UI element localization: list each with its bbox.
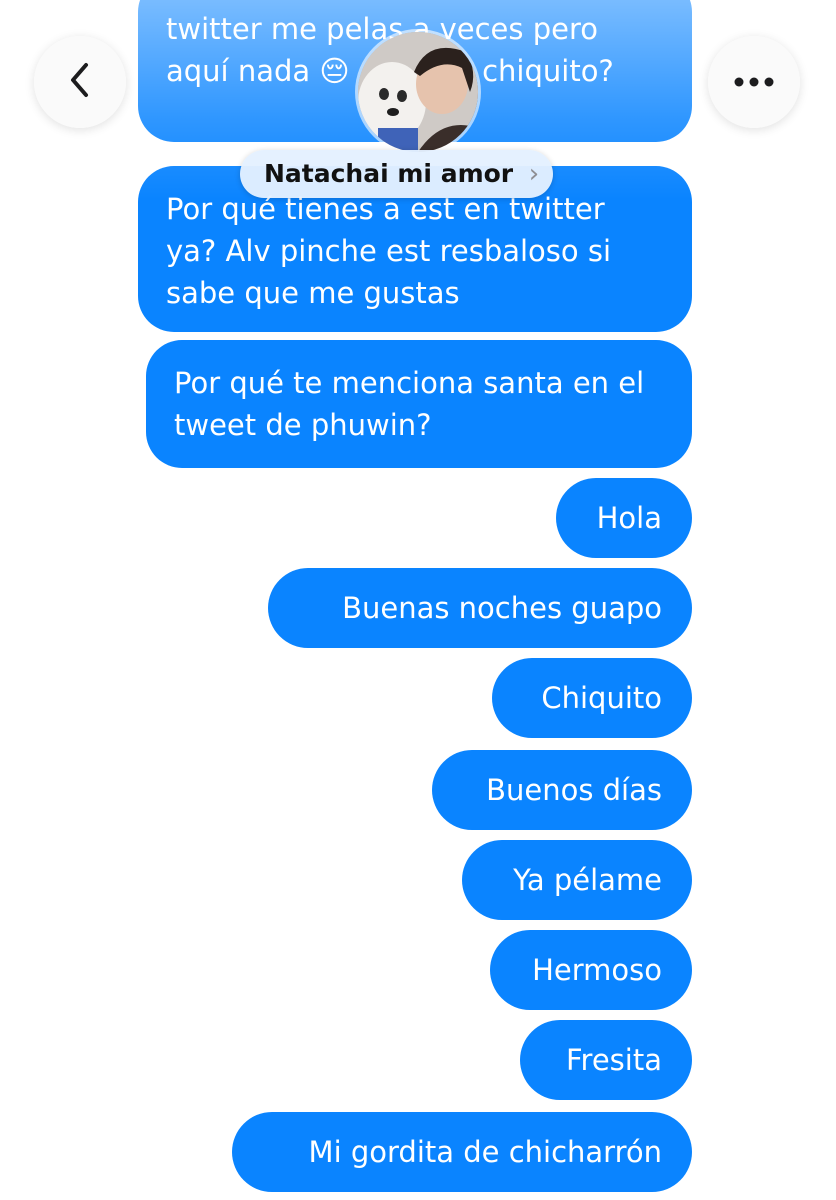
message-text: Chiquito [541,681,662,715]
chevron-right-icon: › [528,159,540,189]
back-button[interactable] [34,36,126,128]
ellipsis-icon [732,73,776,92]
message-text: Por qué te menciona santa en el tweet de… [174,366,645,442]
chevron-left-icon [65,60,95,104]
message-text: Mi gordita de chicharrón [308,1135,662,1169]
message-text: Hola [596,501,662,535]
message-text: Buenas noches guapo [342,591,662,625]
contact-name: Natachai mi amor [264,159,514,188]
message-bubble[interactable]: Por qué te menciona santa en el tweet de… [146,340,692,468]
message-bubble[interactable]: Hermoso [490,930,692,1010]
chat-screen: twitter me pelas a veces pero aquí nada … [0,0,836,1200]
message-bubble[interactable]: Mi gordita de chicharrón [232,1112,692,1192]
more-options-button[interactable] [708,36,800,128]
message-text: Hermoso [532,953,662,987]
contact-avatar[interactable] [358,32,478,152]
message-bubble[interactable]: Buenas noches guapo [268,568,692,648]
message-text: Ya pélame [513,863,662,897]
message-bubble[interactable]: Hola [556,478,692,558]
message-bubble[interactable]: Buenos días [432,750,692,830]
message-bubble[interactable]: Chiquito [492,658,692,738]
contact-name-pill[interactable]: Natachai mi amor › [240,150,554,198]
message-text: Buenos días [486,773,662,807]
message-bubble[interactable]: Fresita [520,1020,692,1100]
message-text: Por qué tienes a est en twitter ya? Alv … [166,192,612,310]
message-bubble[interactable]: Ya pélame [462,840,692,920]
message-text: Fresita [565,1043,662,1077]
